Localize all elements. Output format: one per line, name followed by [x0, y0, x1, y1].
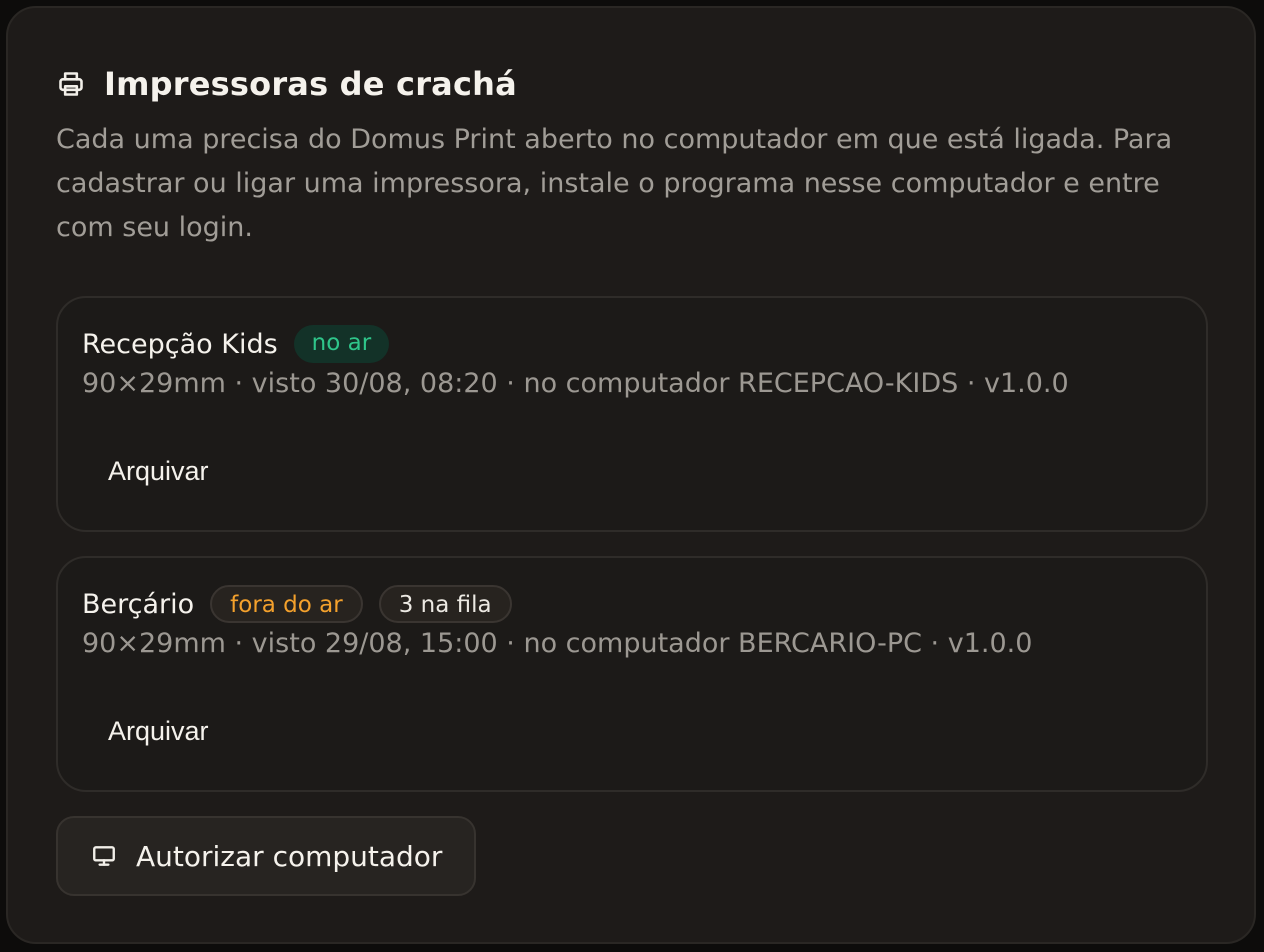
printer-card-bercario: Berçário fora do ar 3 na fila 90×29mm · …: [56, 556, 1208, 792]
printer-header-row: Recepção Kids no ar: [82, 324, 405, 364]
printers-panel: Impressoras de crachá Cada uma precisa d…: [6, 6, 1256, 944]
panel-title: Impressoras de crachá: [104, 65, 517, 103]
printer-meta: 90×29mm · visto 29/08, 15:00 · no comput…: [82, 628, 1033, 659]
printer-card-recepcao-kids: Recepção Kids no ar 90×29mm · visto 30/0…: [56, 296, 1208, 532]
archive-button[interactable]: Arquivar: [82, 706, 235, 756]
printer-name: Berçário: [82, 588, 195, 620]
printer-header-row: Berçário fora do ar 3 na fila: [82, 584, 528, 624]
archive-button[interactable]: Arquivar: [82, 446, 235, 496]
status-badge: fora do ar: [210, 585, 363, 623]
panel-description: Cada uma precisa do Domus Print aberto n…: [56, 124, 1173, 243]
status-badge: no ar: [293, 325, 390, 363]
authorize-computer-button[interactable]: Autorizar computador: [56, 816, 476, 896]
printer-meta: 90×29mm · visto 30/08, 08:20 · no comput…: [82, 368, 1069, 399]
panel-header: Impressoras de crachá: [56, 62, 517, 106]
printer-name: Recepção Kids: [82, 328, 278, 360]
authorize-label: Autorizar computador: [136, 839, 443, 873]
queue-badge: 3 na fila: [378, 585, 512, 623]
monitor-icon: [90, 842, 118, 870]
printer-icon: [56, 69, 86, 99]
